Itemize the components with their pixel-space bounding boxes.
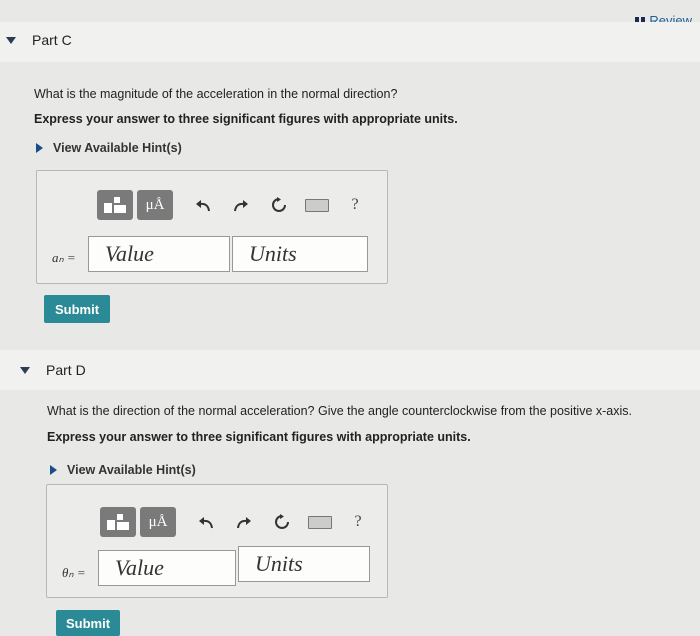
part-c-value-input[interactable]: Value — [88, 236, 230, 272]
templates-icon[interactable] — [100, 507, 136, 537]
part-d-title: Part D — [46, 362, 86, 378]
part-d-toolbar: μÅ ? — [100, 507, 370, 537]
part-d-hint-label: View Available Hint(s) — [67, 463, 196, 477]
reset-icon[interactable] — [267, 193, 291, 217]
redo-icon[interactable] — [232, 510, 256, 534]
keyboard-icon[interactable] — [308, 510, 332, 534]
part-c-question: What is the magnitude of the acceleratio… — [34, 87, 398, 101]
symbols-icon[interactable]: μÅ — [140, 507, 176, 537]
templates-icon[interactable] — [97, 190, 133, 220]
help-icon[interactable]: ? — [346, 510, 370, 534]
part-c-hint-label: View Available Hint(s) — [53, 141, 182, 155]
expand-arrow-icon — [50, 465, 57, 475]
part-d-units-input[interactable]: Units — [238, 546, 370, 582]
reset-icon[interactable] — [270, 510, 294, 534]
help-label: ? — [351, 196, 359, 213]
part-d-variable-label: θₙ = — [62, 565, 86, 580]
part-c-title: Part C — [32, 32, 72, 48]
collapse-caret-icon — [6, 36, 16, 44]
redo-icon[interactable] — [229, 193, 253, 217]
part-c-header-band — [0, 22, 700, 62]
part-d-question: What is the direction of the normal acce… — [47, 404, 632, 418]
part-d-header-band — [0, 350, 700, 390]
undo-icon[interactable] — [194, 510, 218, 534]
part-d-instruction: Express your answer to three significant… — [47, 430, 471, 444]
part-d-header[interactable]: Part D — [20, 362, 86, 378]
part-c-variable-label: aₙ = — [52, 250, 76, 265]
help-label: ? — [354, 513, 362, 530]
part-c-units-input[interactable]: Units — [232, 236, 368, 272]
expand-arrow-icon — [36, 143, 43, 153]
part-c-header[interactable]: Part C — [6, 32, 72, 48]
part-c-hint-toggle[interactable]: View Available Hint(s) — [36, 141, 182, 155]
collapse-caret-icon — [20, 366, 30, 374]
symbols-icon[interactable]: μÅ — [137, 190, 173, 220]
part-d-value-input[interactable]: Value — [98, 550, 236, 586]
symbols-label: μÅ — [148, 513, 168, 530]
help-icon[interactable]: ? — [343, 193, 367, 217]
part-d-submit-button[interactable]: Submit — [56, 610, 120, 636]
symbols-label: μÅ — [145, 196, 165, 213]
keyboard-icon[interactable] — [305, 193, 329, 217]
part-d-hint-toggle[interactable]: View Available Hint(s) — [50, 463, 196, 477]
part-c-submit-button[interactable]: Submit — [44, 295, 110, 323]
undo-icon[interactable] — [191, 193, 215, 217]
part-c-instruction: Express your answer to three significant… — [34, 112, 458, 126]
part-c-toolbar: μÅ ? — [97, 190, 367, 220]
